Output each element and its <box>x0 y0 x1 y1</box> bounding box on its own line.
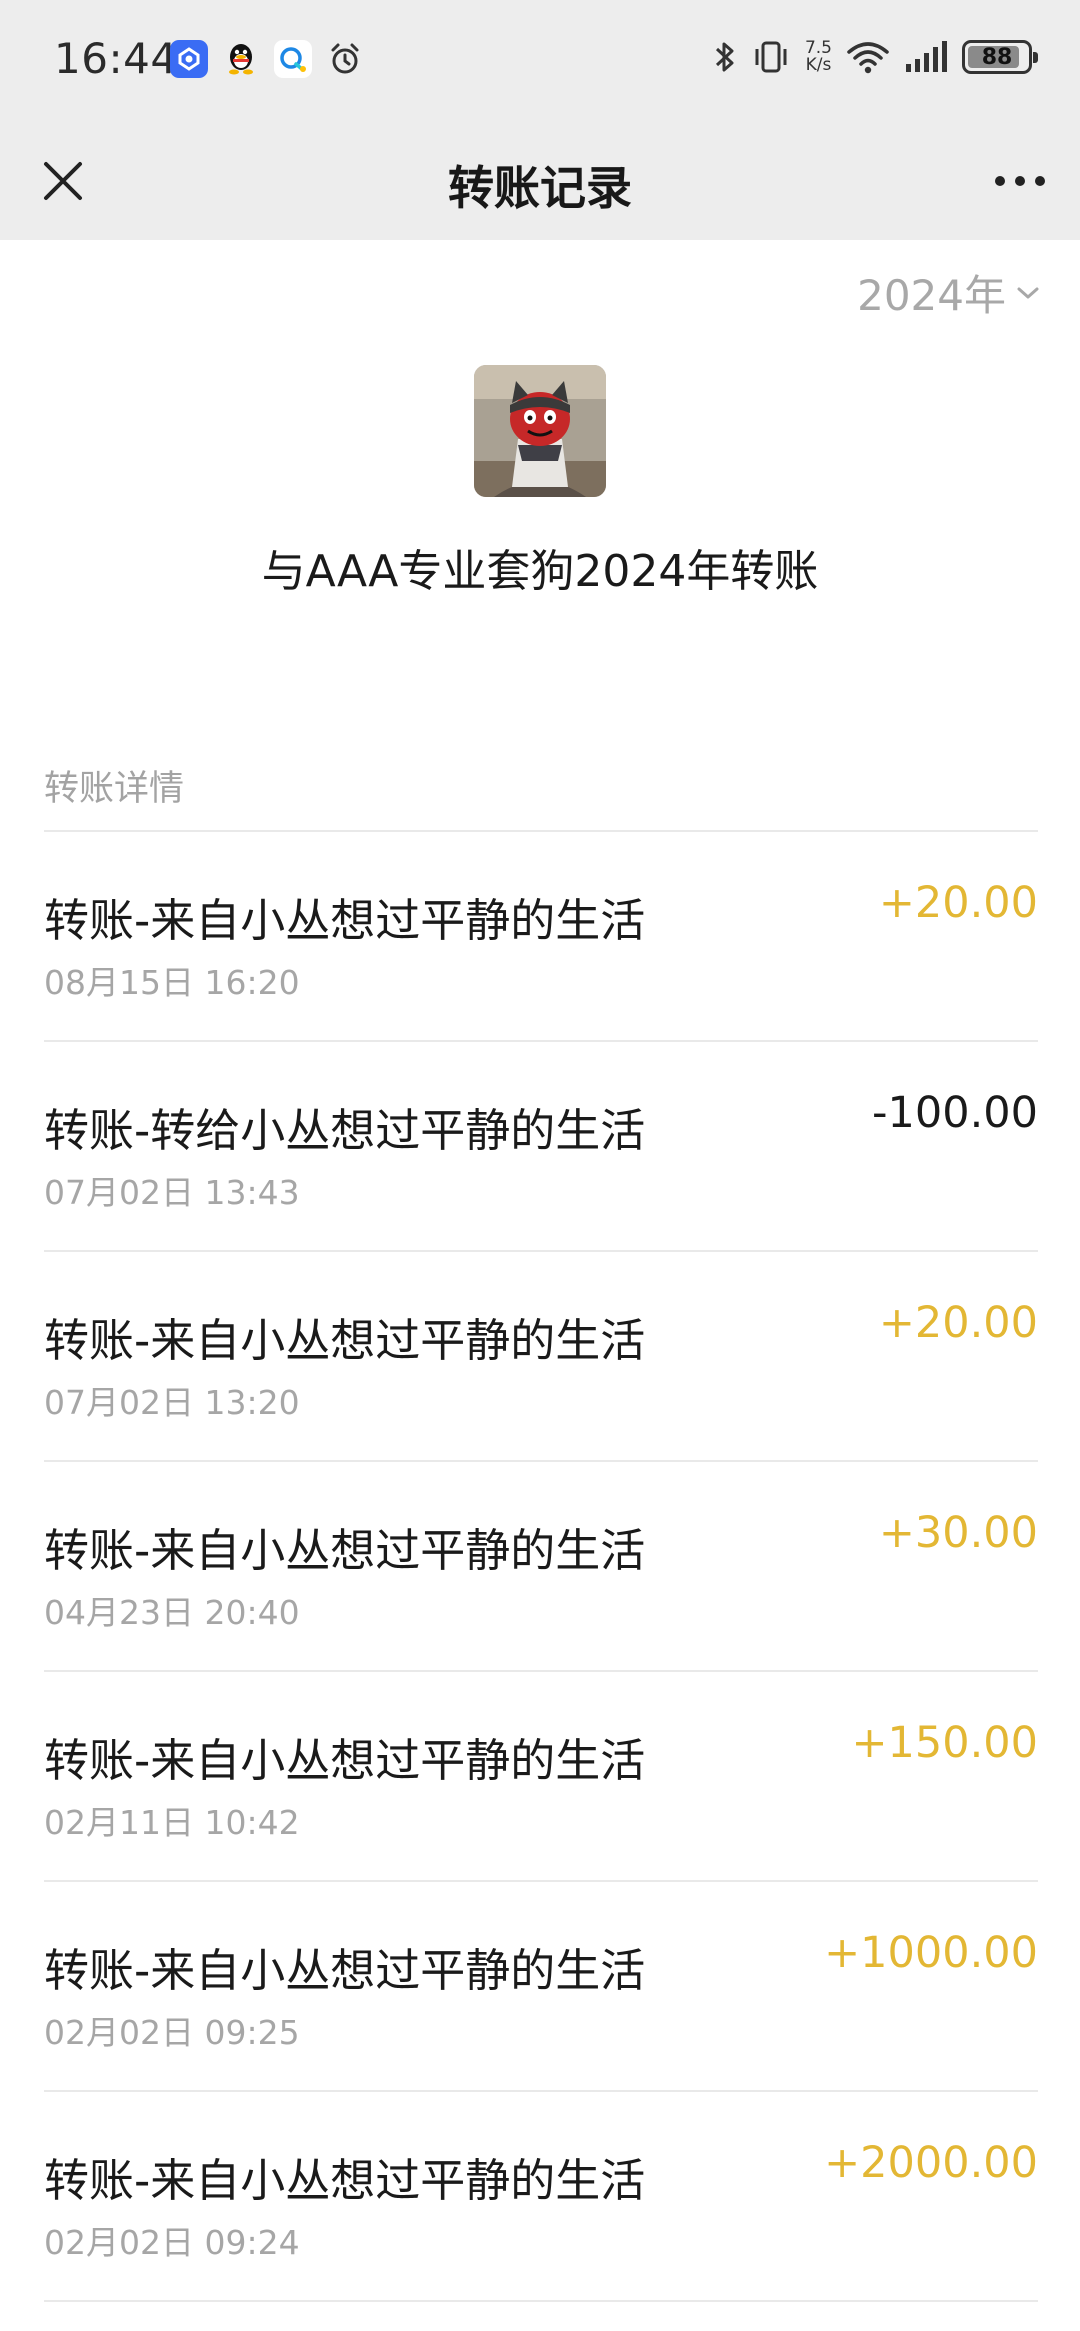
status-time: 16:44 <box>54 34 178 83</box>
transaction-list: 转账-来自小丛想过平静的生活 08月15日 16:20 +20.00 转账-转给… <box>0 832 1080 2302</box>
transaction-row[interactable]: 转账-来自小丛想过平静的生活 07月02日 13:20 +20.00 <box>44 1252 1038 1462</box>
vibrate-icon <box>755 41 787 73</box>
transaction-row[interactable]: 转账-来自小丛想过平静的生活 02月11日 10:42 +150.00 <box>44 1672 1038 1882</box>
status-bar: 16:44 7.5 K/s 88 <box>0 0 1080 122</box>
bluetooth-icon <box>715 42 734 72</box>
page-title: 转账记录 <box>448 161 632 215</box>
qq-icon <box>222 40 260 78</box>
avatar <box>474 365 606 497</box>
chevron-down-icon <box>1017 287 1039 298</box>
system-icons: 7.5 K/s 88 <box>713 38 1038 76</box>
transaction-time: 07月02日 13:20 <box>44 1383 300 1422</box>
transaction-title: 转账-来自小丛想过平静的生活 <box>44 1944 646 1997</box>
transaction-title: 转账-来自小丛想过平静的生活 <box>44 1734 646 1787</box>
more-icon <box>995 176 1045 186</box>
transaction-amount: +2000.00 <box>824 2138 1038 2188</box>
baidu-netdisk-icon <box>170 40 208 78</box>
transaction-amount: +30.00 <box>878 1508 1038 1558</box>
year-selector[interactable]: 2024年 <box>857 262 1040 323</box>
transaction-title: 转账-转给小丛想过平静的生活 <box>44 1104 646 1157</box>
transaction-title: 转账-来自小丛想过平静的生活 <box>44 2154 646 2207</box>
qq-browser-icon <box>274 40 312 78</box>
transaction-time: 02月11日 10:42 <box>44 1803 300 1842</box>
transaction-title: 转账-来自小丛想过平静的生活 <box>44 1314 646 1367</box>
battery-percentage: 88 <box>981 44 1013 70</box>
transaction-amount: +1000.00 <box>824 1928 1038 1978</box>
transaction-amount: +20.00 <box>878 1298 1038 1348</box>
wifi-icon <box>847 42 889 74</box>
transaction-title: 转账-来自小丛想过平静的生活 <box>44 894 646 947</box>
transaction-row[interactable]: 转账-来自小丛想过平静的生活 04月23日 20:40 +30.00 <box>44 1462 1038 1672</box>
transaction-row[interactable]: 转账-来自小丛想过平静的生活 02月02日 09:25 +1000.00 <box>44 1882 1038 2092</box>
transaction-amount: +20.00 <box>878 878 1038 928</box>
transaction-amount: -100.00 <box>872 1088 1038 1138</box>
year-selector-label: 2024年 <box>857 271 1006 320</box>
summary-title: 与AAA专业套狗2024年转账 <box>261 546 819 597</box>
section-label: 转账详情 <box>44 769 185 809</box>
transaction-time: 02月02日 09:24 <box>44 2223 300 2262</box>
navigation-bar: 转账记录 <box>0 122 1080 240</box>
more-button[interactable] <box>984 148 1056 214</box>
notification-icons <box>170 40 364 78</box>
transaction-amount: +150.00 <box>851 1718 1039 1768</box>
transaction-time: 08月15日 16:20 <box>44 963 300 1002</box>
signal-icon <box>906 41 947 72</box>
transaction-row[interactable]: 转账-来自小丛想过平静的生活 02月02日 09:24 +2000.00 <box>44 2092 1038 2302</box>
battery-icon: 88 <box>962 40 1038 74</box>
transfer-records-screen: 16:44 7.5 K/s 88 转账记录 2024年 与AAA专业套狗2024… <box>0 0 1080 2331</box>
transaction-time: 04月23日 20:40 <box>44 1593 300 1632</box>
transaction-title: 转账-来自小丛想过平静的生活 <box>44 1524 646 1577</box>
alarm-icon <box>326 40 364 78</box>
transaction-row[interactable]: 转账-转给小丛想过平静的生活 07月02日 13:43 -100.00 <box>44 1042 1038 1252</box>
network-speed-unit: K/s <box>805 55 832 75</box>
transaction-time: 02月02日 09:25 <box>44 2013 300 2052</box>
transaction-time: 07月02日 13:43 <box>44 1173 300 1212</box>
transaction-row[interactable]: 转账-来自小丛想过平静的生活 08月15日 16:20 +20.00 <box>44 832 1038 1042</box>
network-speed: 7.5 K/s <box>805 40 832 74</box>
